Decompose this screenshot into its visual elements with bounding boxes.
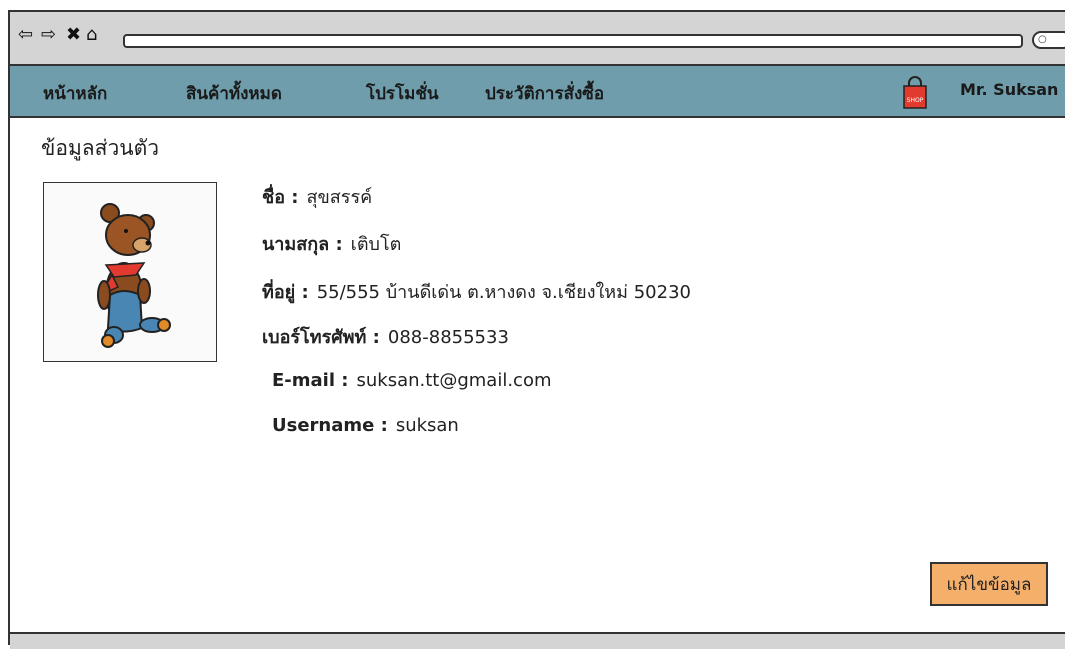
page-title: ข้อมูลส่วนตัว — [41, 136, 160, 160]
field-email: E-mail : suksan.tt@gmail.com — [272, 370, 552, 391]
browser-toolbar: ⇦ ⇨ ✖ ⌂ ○ — [10, 12, 1065, 66]
browser-window: ⇦ ⇨ ✖ ⌂ ○ หน้าหลัก สินค้าทั้งหมด โปรโมชั… — [8, 10, 1065, 649]
field-label: E-mail : — [272, 370, 349, 391]
shopping-bag-icon[interactable]: SHOP — [902, 74, 928, 110]
field-phone: เบอร์โทรศัพท์ : 088-8855533 — [262, 322, 509, 351]
main-nav: หน้าหลัก สินค้าทั้งหมด โปรโมชั่น ประวัติ… — [10, 66, 1065, 118]
field-last-name: นามสกุล : เติบโต — [262, 229, 401, 258]
field-username: Username : suksan — [272, 415, 459, 436]
user-name[interactable]: Mr. Suksan — [960, 80, 1058, 99]
home-icon[interactable]: ⌂ — [86, 24, 97, 46]
address-bar[interactable] — [123, 34, 1023, 48]
teddy-bear-icon — [97, 203, 171, 348]
cart-label: SHOP — [907, 97, 924, 104]
close-icon[interactable]: ✖ — [66, 24, 81, 46]
search-box[interactable]: ○ — [1032, 31, 1065, 49]
field-label: Username : — [272, 415, 388, 436]
field-label: เบอร์โทรศัพท์ : — [262, 327, 380, 348]
nav-home[interactable]: หน้าหลัก — [43, 80, 107, 107]
search-icon: ○ — [1038, 34, 1047, 45]
edit-profile-button[interactable]: แก้ไขข้อมูล — [930, 562, 1048, 606]
back-arrow-icon[interactable]: ⇦ — [18, 24, 33, 46]
nav-order-history[interactable]: ประวัติการสั่งซื้อ — [485, 80, 604, 107]
forward-arrow-icon[interactable]: ⇨ — [41, 24, 56, 46]
nav-all-products[interactable]: สินค้าทั้งหมด — [186, 80, 282, 107]
field-first-name: ชื่อ : สุขสรรค์ — [262, 182, 372, 211]
field-value: suksan — [395, 415, 459, 436]
field-label: ชื่อ : — [262, 187, 299, 208]
profile-avatar — [43, 182, 217, 362]
field-label: นามสกุล : — [262, 234, 343, 255]
field-value: 55/555 บ้านดีเด่น ต.หางดง จ.เชียงใหม่ 50… — [316, 282, 691, 303]
field-address: ที่อยู่ : 55/555 บ้านดีเด่น ต.หางดง จ.เชี… — [262, 277, 691, 306]
field-value: เติบโต — [350, 234, 402, 255]
field-value: 088-8855533 — [387, 327, 509, 348]
field-label: ที่อยู่ : — [262, 282, 309, 303]
browser-bottom-bar — [10, 632, 1065, 649]
nav-promotions[interactable]: โปรโมชั่น — [366, 80, 439, 107]
field-value: สุขสรรค์ — [306, 187, 373, 208]
field-value: suksan.tt@gmail.com — [356, 370, 552, 391]
